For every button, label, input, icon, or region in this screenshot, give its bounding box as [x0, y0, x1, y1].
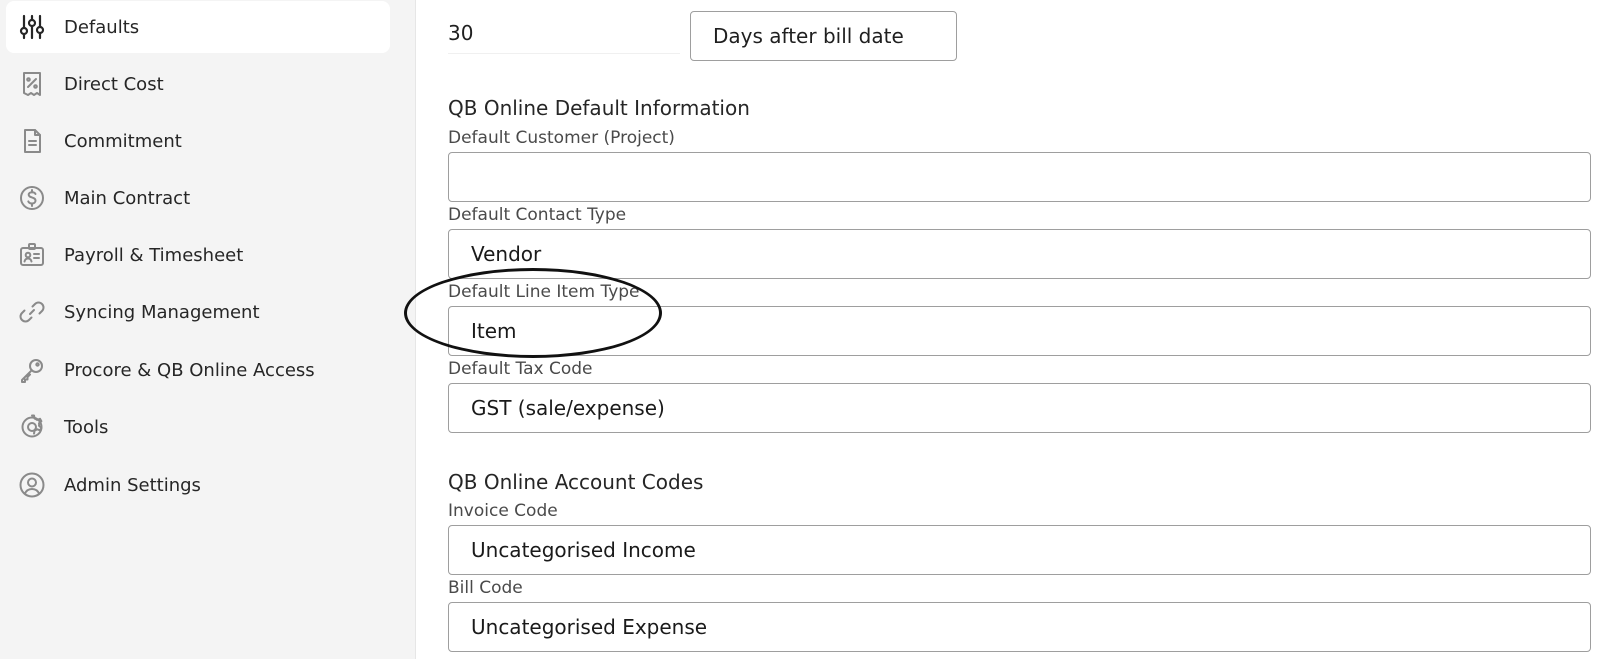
- sidebar-item-defaults[interactable]: Defaults: [6, 1, 390, 53]
- dollar-circle-icon: [18, 184, 46, 212]
- receipt-percent-icon: [18, 70, 46, 98]
- sidebar-item-syncing[interactable]: Syncing Management: [6, 286, 390, 338]
- link-icon: [18, 298, 46, 326]
- id-badge-icon: [18, 241, 46, 269]
- default-contact-type-select[interactable]: Vendor: [448, 229, 1591, 279]
- gear-icon: [18, 413, 46, 441]
- sidebar: Defaults Direct Cost Commitment Main Con…: [0, 0, 416, 659]
- sidebar-item-label: Procore & QB Online Access: [64, 359, 315, 381]
- payment-terms-unit-select[interactable]: Days after bill date: [690, 11, 957, 61]
- default-contact-type-label: Default Contact Type: [448, 205, 627, 225]
- default-line-item-type-select[interactable]: Item: [448, 306, 1591, 356]
- bill-code-label: Bill Code: [448, 578, 523, 598]
- key-icon: [18, 356, 46, 384]
- sidebar-item-main-contract[interactable]: Main Contract: [6, 172, 390, 224]
- sidebar-item-label: Tools: [64, 416, 109, 438]
- payment-terms-days-input[interactable]: 30: [448, 12, 680, 54]
- sliders-icon: [18, 13, 46, 41]
- sidebar-item-payroll[interactable]: Payroll & Timesheet: [6, 229, 390, 281]
- qb-account-codes-title: QB Online Account Codes: [448, 470, 704, 494]
- sidebar-item-label: Main Contract: [64, 187, 191, 209]
- invoice-code-select[interactable]: Uncategorised Income: [448, 525, 1591, 575]
- sidebar-item-label: Payroll & Timesheet: [64, 244, 244, 266]
- default-tax-code-select[interactable]: GST (sale/expense): [448, 383, 1591, 433]
- sidebar-item-direct-cost[interactable]: Direct Cost: [6, 58, 390, 110]
- sidebar-item-label: Direct Cost: [64, 73, 164, 95]
- sidebar-item-admin[interactable]: Admin Settings: [6, 459, 390, 511]
- sidebar-item-access[interactable]: Procore & QB Online Access: [6, 344, 390, 396]
- default-tax-code-label: Default Tax Code: [448, 359, 593, 379]
- default-line-item-type-label: Default Line Item Type: [448, 282, 640, 302]
- invoice-code-label: Invoice Code: [448, 501, 558, 521]
- sidebar-item-label: Commitment: [64, 130, 182, 152]
- main-content: 30 Days after bill date QB Online Defaul…: [416, 0, 1600, 659]
- sidebar-item-label: Defaults: [64, 16, 140, 38]
- bill-code-select[interactable]: Uncategorised Expense: [448, 602, 1591, 652]
- qb-default-info-title: QB Online Default Information: [448, 96, 750, 120]
- sidebar-item-tools[interactable]: Tools: [6, 401, 390, 453]
- sidebar-item-commitment[interactable]: Commitment: [6, 115, 390, 167]
- sidebar-item-label: Syncing Management: [64, 301, 260, 323]
- document-icon: [18, 127, 46, 155]
- sidebar-item-label: Admin Settings: [64, 474, 201, 496]
- user-circle-icon: [18, 471, 46, 499]
- default-customer-label: Default Customer (Project): [448, 128, 675, 148]
- default-customer-input[interactable]: [448, 152, 1591, 202]
